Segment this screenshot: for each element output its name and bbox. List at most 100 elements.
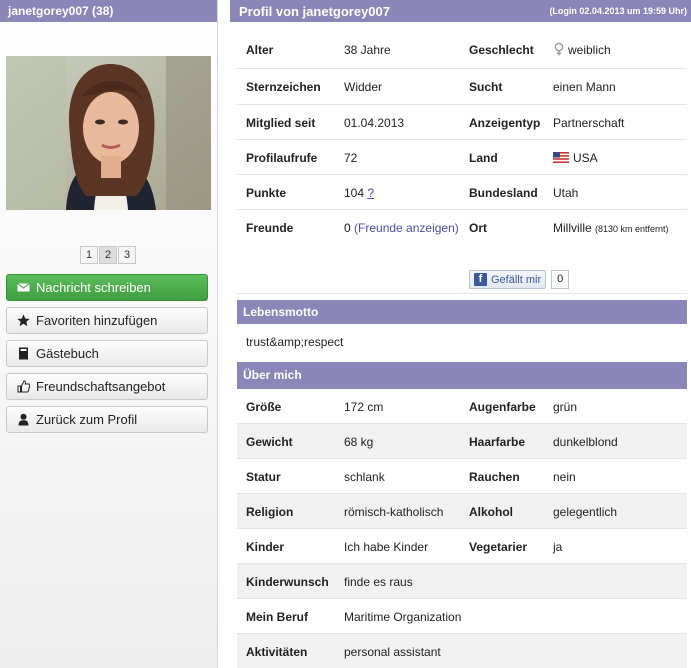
detail-label: Vegetarier (469, 540, 528, 554)
send-message-label: Nachricht schreiben (36, 280, 151, 295)
detail-label: Kinderwunsch (246, 575, 329, 589)
profile-main: Profil von janetgorey007 (Login 02.04.20… (230, 0, 691, 668)
lebensmotto-text: trust&amp;respect (246, 335, 344, 349)
lebensmotto-row: trust&amp;respect (237, 324, 687, 362)
detail-value: finde es raus (344, 575, 413, 589)
back-to-profile-label: Zurück zum Profil (36, 412, 138, 427)
table-row: Mein Beruf Maritime Organization (237, 599, 687, 634)
detail-value: 38 Jahre (344, 43, 391, 57)
detail-value: 172 cm (344, 400, 384, 414)
guestbook-label: Gästebuch (36, 346, 99, 361)
detail-label: Punkte (246, 186, 287, 200)
points-help-link[interactable]: ? (367, 186, 374, 200)
user-icon (18, 413, 29, 426)
facebook-like-count: 0 (551, 270, 570, 289)
guestbook-button[interactable]: Gästebuch (6, 340, 208, 367)
table-row: Größe 172 cm Augenfarbe grün (237, 389, 687, 424)
profile-photo[interactable] (6, 56, 211, 210)
profile-header: Profil von janetgorey007 (Login 02.04.20… (230, 0, 691, 22)
facebook-like-label: Gefällt mir (491, 273, 542, 286)
detail-value: 104 ? (344, 185, 459, 202)
detail-label: Gewicht (246, 435, 293, 449)
detail-value: Widder (344, 80, 383, 94)
detail-value: ja (553, 540, 563, 554)
add-favorite-button[interactable]: Favoriten hinzufügen (6, 307, 208, 334)
photo-page-3[interactable]: 3 (118, 246, 136, 264)
detail-label: Kinder (246, 540, 285, 554)
detail-value: USA (553, 150, 683, 167)
detail-label: Sucht (469, 80, 503, 94)
detail-value: Ich habe Kinder (344, 540, 429, 554)
profile-title: Profil von janetgorey007 (239, 3, 390, 19)
detail-label: Aktivitäten (246, 645, 308, 659)
ueber-mich-header: Über mich (237, 362, 687, 389)
detail-value: nein (553, 470, 576, 484)
us-flag-icon (553, 152, 569, 163)
table-row: Freunde 0 (Freunde anzeigen) Ort Millvil… (237, 210, 687, 294)
detail-label: Freunde (246, 221, 294, 235)
send-message-button[interactable]: Nachricht schreiben (6, 274, 208, 301)
gender-value: weiblich (568, 43, 611, 57)
facebook-icon: f (474, 273, 487, 286)
table-row: Alter 38 Jahre Geschlecht weiblich (237, 32, 687, 69)
table-row: Profilaufrufe 72 Land USA (237, 140, 687, 175)
friends-count: 0 (344, 221, 351, 235)
detail-value: römisch-katholisch (344, 505, 444, 519)
detail-value: grün (553, 400, 578, 414)
detail-label: Sternzeichen (246, 80, 321, 94)
detail-value: Utah (553, 186, 579, 200)
book-icon (19, 347, 28, 360)
detail-value: 0 (Freunde anzeigen) (344, 220, 459, 237)
envelope-icon (17, 283, 30, 292)
table-row: Kinderwunsch finde es raus (237, 564, 687, 599)
add-favorite-label: Favoriten hinzufügen (36, 313, 158, 328)
detail-value: 01.04.2013 (344, 116, 405, 130)
detail-label: Ort (469, 221, 487, 235)
detail-label: Augenfarbe (469, 400, 536, 414)
city-value: Millville (553, 221, 592, 235)
female-icon (554, 42, 564, 56)
detail-label: Bundesland (469, 186, 538, 200)
star-icon (17, 314, 30, 327)
detail-value: Maritime Organization (344, 610, 462, 624)
table-row: Gewicht 68 kg Haarfarbe dunkelblond (237, 424, 687, 459)
detail-label: Statur (246, 470, 281, 484)
table-row: Statur schlank Rauchen nein (237, 459, 687, 494)
detail-value: Millville (8130 km entfernt) (553, 220, 683, 238)
detail-value: 72 (344, 151, 358, 165)
facebook-like-button[interactable]: f Gefällt mir (469, 270, 547, 289)
table-row: Kinder Ich habe Kinder Vegetarier ja (237, 529, 687, 564)
detail-label: Geschlecht (469, 43, 534, 57)
detail-value: 68 kg (344, 435, 374, 449)
detail-value: personal assistant (344, 645, 441, 659)
friendship-request-button[interactable]: Freundschaftsangebot (6, 373, 208, 400)
photo-page-2[interactable]: 2 (99, 246, 117, 264)
detail-label: Haarfarbe (469, 435, 526, 449)
show-friends-link[interactable]: (Freunde anzeigen) (354, 221, 459, 235)
detail-label: Größe (246, 400, 282, 414)
sidebar-title: janetgorey007 (38) (0, 0, 217, 22)
photo-page-1[interactable]: 1 (80, 246, 98, 264)
detail-label: Anzeigentyp (469, 116, 541, 130)
points-value: 104 (344, 186, 365, 200)
detail-label: Religion (246, 505, 294, 519)
last-login: (Login 02.04.2013 um 19:59 Uhr) (549, 6, 687, 16)
detail-label: Mein Beruf (246, 610, 309, 624)
lebensmotto-header: Lebensmotto (237, 300, 687, 324)
detail-label: Profilaufrufe (246, 151, 318, 165)
detail-value: dunkelblond (553, 435, 618, 449)
detail-value: Partnerschaft (553, 116, 625, 130)
detail-value: einen Mann (553, 80, 616, 94)
profile-sidebar: janetgorey007 (38) 1 2 3 Nachricht schre… (0, 0, 218, 668)
back-to-profile-button[interactable]: Zurück zum Profil (6, 406, 208, 433)
detail-value: gelegentlich (553, 505, 618, 519)
photo-pager: 1 2 3 (80, 246, 137, 264)
facebook-like-widget: f Gefällt mir 0 (469, 270, 570, 289)
detail-value: weiblich (553, 42, 683, 59)
distance-value: (8130 km entfernt) (595, 224, 669, 234)
detail-label: Rauchen (469, 470, 520, 484)
thumbs-up-icon (17, 380, 30, 393)
table-row: Religion römisch-katholisch Alkohol gele… (237, 494, 687, 529)
table-row: Aktivitäten personal assistant (237, 634, 687, 668)
detail-label: Alkohol (469, 505, 513, 519)
